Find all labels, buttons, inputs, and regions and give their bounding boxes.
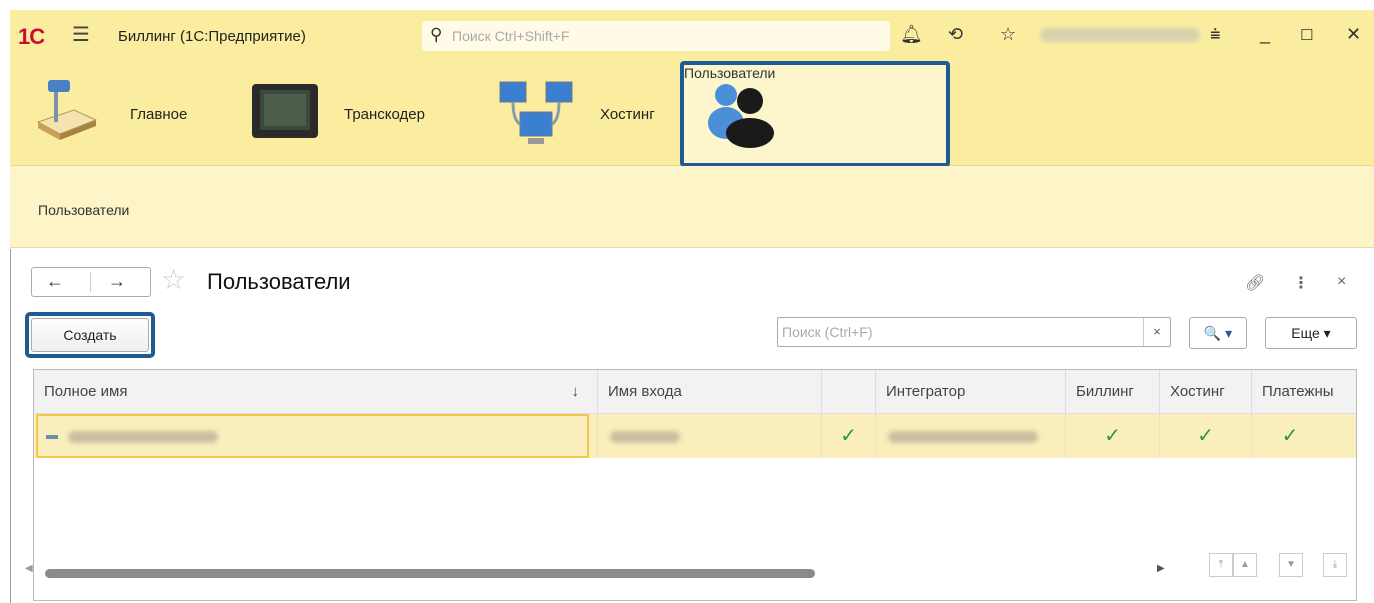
- integrator-redacted: [888, 431, 1038, 444]
- favorite-star-icon[interactable]: ☆: [161, 263, 186, 296]
- maximize-icon[interactable]: ☐: [1300, 26, 1313, 44]
- create-button[interactable]: Создать: [31, 318, 149, 352]
- column-header-billing[interactable]: Биллинг: [1066, 370, 1160, 414]
- section-hosting[interactable]: Хостинг: [498, 62, 678, 166]
- column-header-payments[interactable]: Платежны: [1252, 370, 1356, 414]
- minus-icon: [46, 435, 58, 440]
- cell-integrator: [876, 414, 1066, 458]
- list-search-placeholder: Поиск (Ctrl+F): [782, 324, 873, 340]
- form-title: Пользователи: [207, 269, 351, 294]
- global-search-input[interactable]: ⚲ Поиск Ctrl+Shift+F: [422, 21, 890, 51]
- full-name-redacted: [68, 431, 218, 444]
- kebab-icon[interactable]: ⋮: [1293, 273, 1309, 293]
- search-options-button[interactable]: 🔍 ▾: [1189, 317, 1247, 349]
- cell-full-name: [34, 414, 598, 458]
- sort-down-icon: ↓: [571, 383, 580, 400]
- column-header-hosting[interactable]: Хостинг: [1160, 370, 1252, 414]
- back-button[interactable]: ←: [46, 271, 64, 292]
- monitor-icon: [250, 82, 320, 143]
- bell-icon[interactable]: 🔔︎: [900, 24, 923, 45]
- section-hosting-label: Хостинг: [600, 106, 655, 123]
- history-nav-buttons: ← →: [31, 267, 151, 297]
- nav-item-users[interactable]: Пользователи: [38, 202, 129, 218]
- scroll-bottom-button[interactable]: ⤓: [1323, 553, 1347, 577]
- horizontal-scrollbar[interactable]: [45, 569, 815, 578]
- users-icon: [706, 79, 778, 152]
- column-header-full-name[interactable]: Полное имя ↓: [34, 370, 598, 414]
- cell-login: [598, 414, 822, 458]
- form-close-icon[interactable]: ×: [1337, 273, 1346, 291]
- scroll-top-button[interactable]: ⤒: [1209, 553, 1233, 577]
- table-row[interactable]: ✓ ✓ ✓ ✓: [34, 414, 1356, 458]
- section-transcoder-label: Транскодер: [344, 106, 425, 123]
- user-name[interactable]: [1040, 28, 1200, 42]
- search-icon: ⚲: [430, 25, 443, 44]
- users-form: ← → ☆ Пользователи 🔗︎ ⋮ × Создать Поиск …: [10, 249, 1374, 603]
- navigation-panel: Пользователи: [10, 166, 1374, 248]
- cell-flag: ✓: [822, 414, 876, 458]
- network-computers-icon: [498, 80, 574, 151]
- close-icon[interactable]: ✕: [1346, 24, 1361, 45]
- cell-payments: ✓: [1281, 425, 1299, 447]
- history-icon[interactable]: ⟲: [948, 24, 963, 45]
- more-button[interactable]: Еще ▾: [1265, 317, 1357, 349]
- star-icon[interactable]: ☆: [1000, 24, 1016, 45]
- link-icon[interactable]: 🔗︎: [1245, 273, 1265, 293]
- 1c-logo: 1С: [18, 24, 45, 49]
- desk-lamp-icon: [34, 80, 100, 145]
- scroll-up-button[interactable]: ▲: [1233, 553, 1257, 577]
- scroll-right-arrow[interactable]: ▶: [1157, 563, 1165, 574]
- clear-search-button[interactable]: ×: [1143, 318, 1170, 346]
- section-transcoder[interactable]: Транскодер: [248, 62, 468, 166]
- column-header-login[interactable]: Имя входа: [598, 370, 822, 414]
- login-redacted: [610, 431, 680, 444]
- global-search-placeholder: Поиск Ctrl+Shift+F: [452, 28, 570, 44]
- create-button-highlight: Создать: [25, 312, 155, 358]
- filter-icon[interactable]: ⩧: [1210, 24, 1221, 45]
- minimize-icon[interactable]: _: [1260, 24, 1270, 45]
- title-bar: 1С ☰ Биллинг (1С:Предприятие) ⚲ Поиск Ct…: [10, 10, 1374, 62]
- section-users[interactable]: Пользователи: [680, 61, 950, 167]
- scroll-left-arrow[interactable]: ◀: [25, 563, 33, 574]
- sections-panel: Главное Транскодер Хостинг Пользователи: [10, 61, 1374, 167]
- list-search-input[interactable]: Поиск (Ctrl+F) ×: [777, 317, 1171, 347]
- forward-button[interactable]: →: [108, 271, 126, 292]
- column-header-flag[interactable]: [822, 370, 876, 414]
- scroll-down-button[interactable]: ▼: [1279, 553, 1303, 577]
- app-title: Биллинг (1С:Предприятие): [118, 28, 306, 45]
- cell-hosting: ✓: [1160, 414, 1252, 458]
- section-main-label: Главное: [130, 106, 188, 123]
- column-header-integrator[interactable]: Интегратор: [876, 370, 1066, 414]
- cell-billing: ✓: [1066, 414, 1160, 458]
- section-main[interactable]: Главное: [30, 62, 220, 166]
- hamburger-icon[interactable]: ☰: [72, 22, 90, 47]
